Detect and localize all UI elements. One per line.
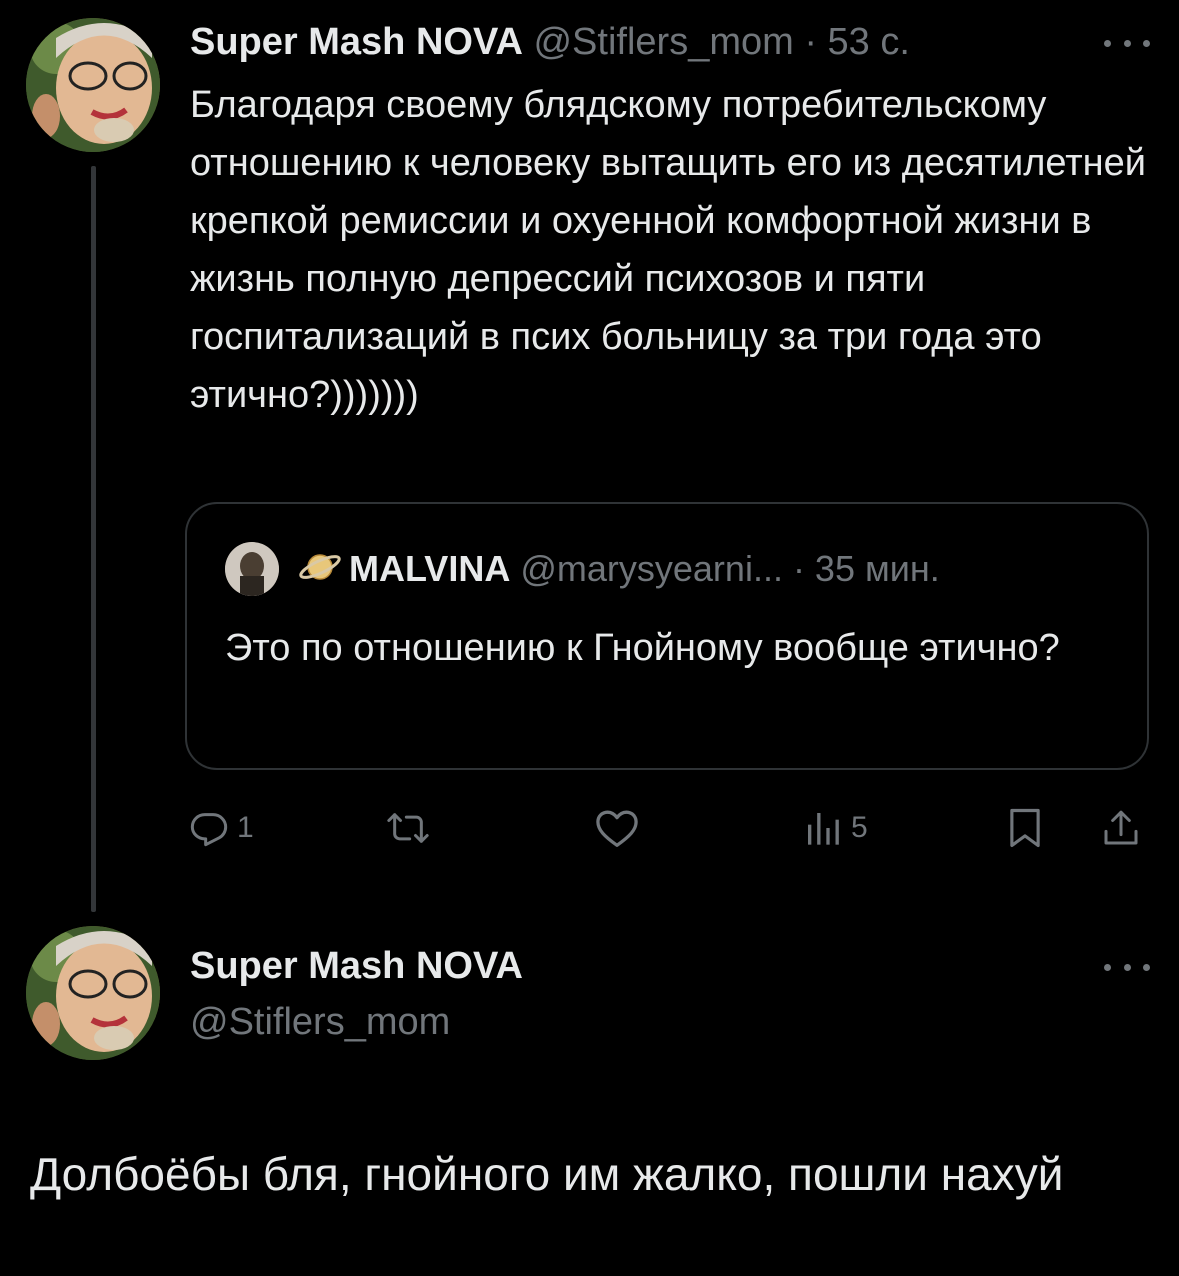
more-horizontal-icon[interactable] (1104, 952, 1150, 982)
author-display-name[interactable]: Super Mash NOVA (190, 940, 523, 992)
author-handle-timestamp[interactable]: @Stiflers_mom · 53 с. (533, 21, 909, 63)
reply-count: 1 (237, 811, 254, 844)
author-avatar[interactable] (26, 926, 160, 1060)
bookmark-button[interactable] (1007, 796, 1043, 860)
retweet-icon (387, 813, 429, 843)
reply-icon (190, 813, 228, 847)
views-count: 5 (851, 811, 868, 844)
tweet-body-text: Долбоёбы бля, гнойного им жалко, пошли н… (30, 1148, 1064, 1200)
quoted-author-handle-timestamp[interactable]: @marysyearni... · 35 мин. (520, 548, 939, 589)
bookmark-icon (1010, 808, 1040, 848)
author-avatar[interactable] (26, 18, 160, 152)
retweet-button[interactable] (385, 796, 431, 860)
share-button[interactable] (1101, 796, 1141, 860)
reply-button[interactable]: 1 (189, 796, 254, 860)
tweet-action-bar: 1 5 (185, 796, 1155, 860)
quoted-author-display-name[interactable]: MALVINA (349, 548, 510, 589)
heart-icon (596, 810, 638, 847)
tweet-header: Super Mash NOVA @Stiflers_mom · 53 с. (190, 16, 910, 68)
like-button[interactable] (595, 796, 639, 860)
more-horizontal-icon[interactable] (1104, 28, 1150, 58)
author-display-name[interactable]: Super Mash NOVA (190, 21, 523, 63)
tweet-body-text: Благодаря своему блядскому потребительск… (190, 84, 1147, 416)
saturn-icon (299, 554, 341, 580)
quoted-tweet-header: MALVINA @marysyearni... · 35 мин. (297, 544, 940, 594)
quoted-tweet-card[interactable]: MALVINA @marysyearni... · 35 мин. Это по… (185, 502, 1149, 770)
quoted-author-avatar[interactable] (225, 542, 279, 596)
author-handle[interactable]: @Stiflers_mom (190, 996, 450, 1048)
views-button[interactable]: 5 (803, 796, 868, 860)
share-icon (1104, 810, 1138, 845)
thread-connector-line (91, 166, 96, 912)
tweet-main: Super Mash NOVA @Stiflers_mom · 53 с. Бл… (0, 0, 1179, 912)
views-icon (808, 813, 839, 845)
quoted-tweet-text: Это по отношению к Гнойному вообще этичн… (225, 627, 1060, 669)
